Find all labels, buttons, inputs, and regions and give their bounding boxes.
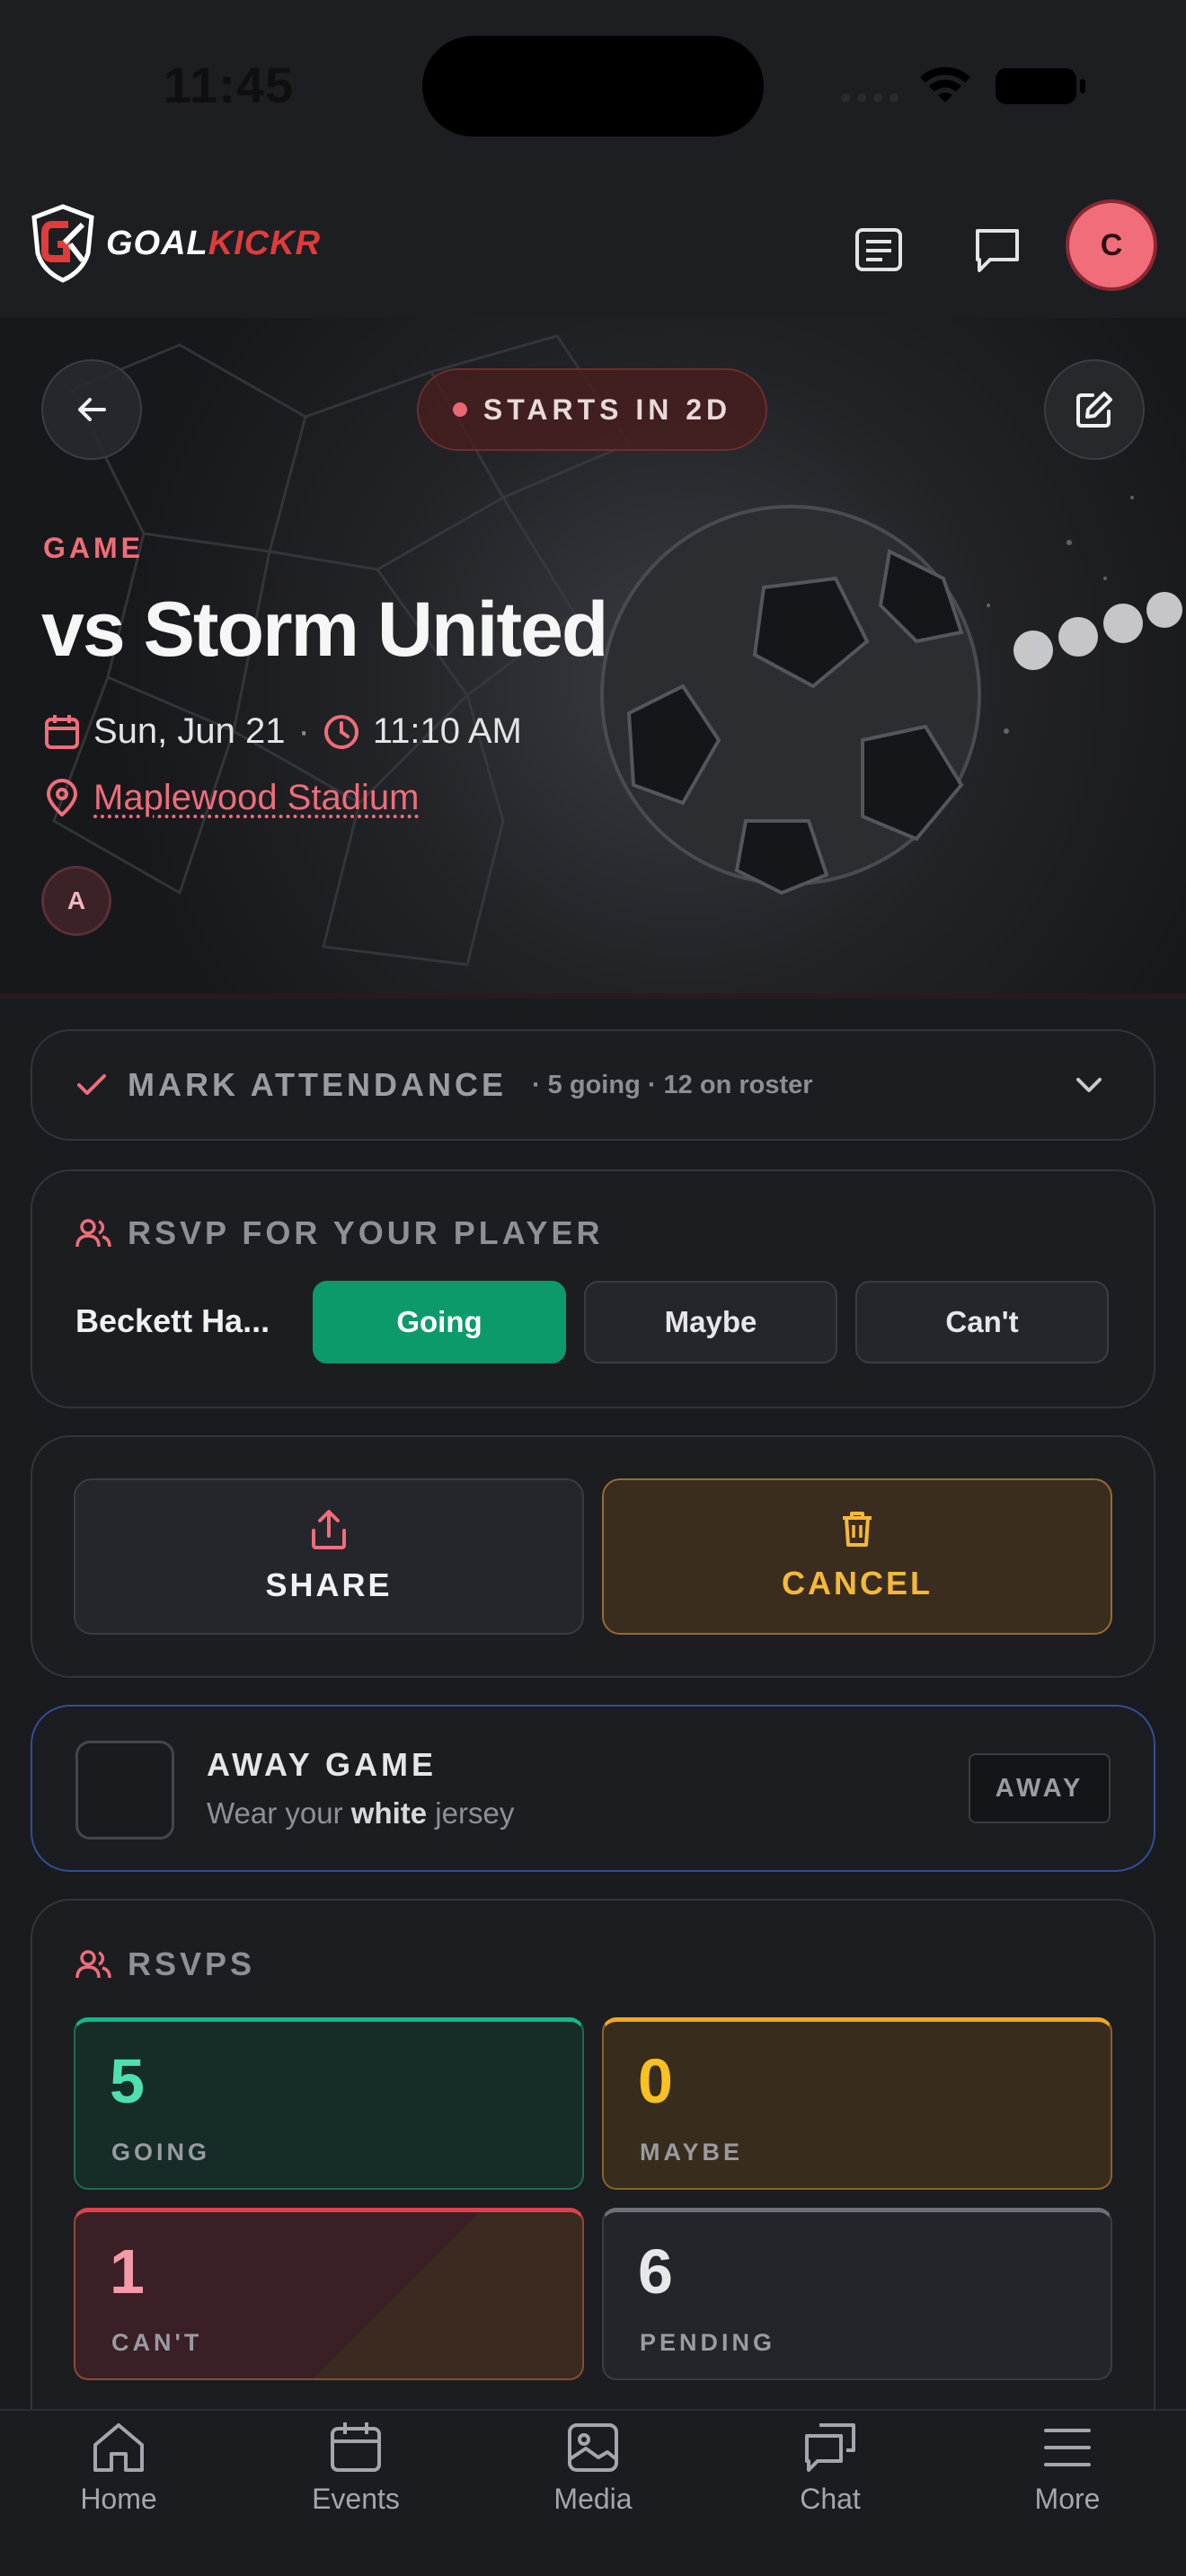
event-date: Sun, Jun 21 — [93, 711, 286, 751]
nav-more-label: More — [1034, 2483, 1101, 2515]
event-location: Maplewood Stadium — [43, 778, 419, 818]
status-time: 11:45 — [164, 57, 295, 113]
rsvp-cant-stat[interactable]: 1 CAN'T — [74, 2208, 584, 2380]
nav-events[interactable]: Events — [266, 2420, 446, 2516]
away-badge: AWAY — [969, 1753, 1111, 1823]
attendance-summary: · 5 going · 12 on roster — [531, 1070, 813, 1099]
jersey-color-swatch — [75, 1741, 174, 1839]
clock-icon — [323, 714, 358, 749]
cant-label: CAN'T — [111, 2329, 203, 2356]
live-dot — [452, 402, 467, 417]
nav-chat[interactable]: Chat — [740, 2420, 920, 2516]
rsvp-pending-stat[interactable]: 6 PENDING — [602, 2208, 1112, 2380]
messages-button[interactable] — [961, 214, 1033, 286]
cancel-label: CANCEL — [782, 1565, 933, 1601]
countdown-text: STARTS IN 2D — [482, 393, 732, 426]
rsvp-cant-button[interactable]: Can't — [855, 1281, 1109, 1363]
edit-icon — [1076, 392, 1112, 428]
chat-bubble-icon — [976, 229, 1019, 272]
maybe-count: 0 — [638, 2046, 673, 2116]
share-icon — [312, 1510, 346, 1549]
share-label: SHARE — [265, 1566, 393, 1603]
battery-icon — [996, 68, 1085, 104]
calendar-icon — [331, 2422, 381, 2472]
edit-event-button[interactable] — [1044, 359, 1145, 460]
news-button[interactable] — [843, 214, 915, 286]
home-icon — [93, 2423, 144, 2472]
rsvp-maybe-stat[interactable]: 0 MAYBE — [602, 2017, 1112, 2190]
rsvp-maybe-button[interactable]: Maybe — [584, 1281, 837, 1363]
check-icon — [77, 1074, 106, 1095]
wifi-icon — [920, 66, 970, 102]
users-icon — [75, 1219, 111, 1248]
rsvp-player-heading: RSVP FOR YOUR PLAYER — [128, 1214, 604, 1251]
going-label: GOING — [111, 2139, 211, 2166]
rsvp-going-button[interactable]: Going — [313, 1281, 566, 1363]
signal-icon — [841, 93, 898, 102]
arrow-left-icon — [78, 398, 106, 421]
player-name: Beckett Ha... — [75, 1302, 270, 1339]
countdown-badge: STARTS IN 2D — [417, 368, 767, 451]
going-count: 5 — [110, 2046, 145, 2116]
nav-events-label: Events — [312, 2483, 400, 2515]
mark-attendance-toggle[interactable]: MARK ATTENDANCE · 5 going · 12 on roster — [31, 1029, 1155, 1141]
attendee-avatar[interactable]: A — [41, 866, 111, 936]
app-header: GOALKICKR C — [0, 180, 1186, 318]
event-actions-card: SHARE CANCEL — [31, 1435, 1155, 1678]
app-logo[interactable]: GOALKICKR — [29, 203, 321, 284]
nav-more[interactable]: More — [978, 2420, 1157, 2516]
cant-count: 1 — [110, 2236, 145, 2307]
bottom-nav: Home Events Media Chat More — [0, 2409, 1186, 2576]
menu-icon — [1044, 2429, 1091, 2466]
rsvp-going-stat[interactable]: 5 GOING — [74, 2017, 584, 2190]
rsvps-header: RSVPS — [75, 1945, 255, 1983]
nav-home[interactable]: Home — [29, 2420, 208, 2516]
nav-home-label: Home — [80, 2483, 157, 2515]
nav-media[interactable]: Media — [503, 2420, 683, 2516]
chat-icon — [805, 2423, 855, 2472]
cancel-event-button[interactable]: CANCEL — [602, 1478, 1112, 1635]
jersey-instruction: Wear your white jersey — [207, 1796, 515, 1830]
map-pin-icon — [47, 778, 77, 816]
event-type-label: GAME — [43, 532, 144, 564]
location-link[interactable]: Maplewood Stadium — [93, 778, 419, 818]
meta-separator: · — [297, 711, 310, 751]
event-datetime: Sun, Jun 21 · 11:10 AM — [43, 711, 522, 752]
event-time: 11:10 AM — [372, 711, 522, 751]
rsvp-player-card: RSVP FOR YOUR PLAYER Beckett Ha... Going… — [31, 1169, 1155, 1408]
pending-count: 6 — [638, 2236, 673, 2307]
dynamic-island — [422, 36, 764, 137]
trash-icon — [843, 1512, 872, 1547]
user-avatar[interactable]: C — [1066, 199, 1157, 291]
status-bar: 11:45 — [0, 0, 1186, 180]
chevron-down-icon — [1076, 1078, 1102, 1092]
mark-attendance-label: MARK ATTENDANCE — [128, 1066, 507, 1103]
nav-media-label: Media — [553, 2483, 633, 2515]
back-button[interactable] — [41, 359, 142, 460]
shield-logo-icon — [31, 204, 94, 283]
rsvp-player-header: RSVP FOR YOUR PLAYER — [75, 1214, 603, 1252]
image-icon — [568, 2423, 618, 2472]
pending-label: PENDING — [640, 2329, 776, 2356]
document-icon — [855, 228, 902, 271]
logo-wordmark: GOALKICKR — [106, 224, 322, 262]
event-title: vs Storm United — [41, 587, 608, 673]
event-hero: STARTS IN 2D GAME vs Storm United Sun, J… — [0, 318, 1186, 999]
away-game-card: AWAY GAME Wear your white jersey AWAY — [31, 1705, 1155, 1872]
users-icon — [75, 1950, 111, 1979]
calendar-icon — [45, 714, 79, 749]
share-button[interactable]: SHARE — [74, 1478, 584, 1635]
maybe-label: MAYBE — [640, 2139, 744, 2166]
away-title: AWAY GAME — [207, 1746, 438, 1783]
rsvps-heading: RSVPS — [128, 1945, 256, 1982]
nav-chat-label: Chat — [800, 2483, 861, 2515]
